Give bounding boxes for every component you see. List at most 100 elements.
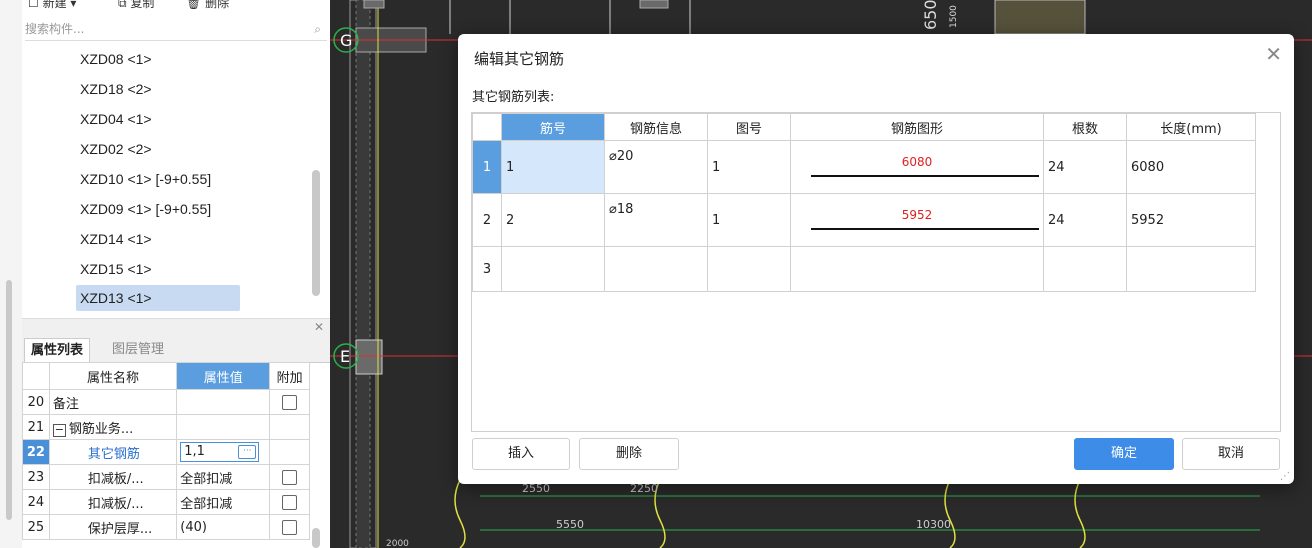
prop-value[interactable] [176,414,271,440]
length-cell[interactable] [1126,246,1256,292]
new-button[interactable]: ☐ 新建 ▾ [28,0,76,11]
collapse-icon[interactable]: − [52,423,66,437]
shape-length-label: 6080 [901,155,933,169]
rebar-info-cell[interactable] [604,246,708,292]
table-row-selected[interactable]: 1 1 ⌀20 1 6080 24 6080 [472,140,1256,194]
table-row-selected[interactable]: 22 其它钢筋 1,1 ··· [22,439,310,465]
table-row[interactable]: 25 保护层厚... (40) [22,514,310,540]
copy-button[interactable]: ⧉ 复制 [118,0,154,11]
rebar-list-label: 其它钢筋列表: [472,90,555,105]
delete-component-button[interactable]: 🗑 删除 [186,0,229,11]
component-panel: ☐ 新建 ▾ ⧉ 复制 🗑 删除 搜索构件... ⌕ XZD08 <1> XZD… [22,0,330,548]
rebar-shape-cell[interactable]: 5952 [790,193,1044,247]
jin-hao-cell[interactable]: 2 [501,193,605,247]
dialog-title: 编辑其它钢筋 [474,50,565,68]
panel-splitter[interactable]: ✕ [22,318,330,339]
tree-item[interactable]: XZD09 <1> [-9+0.55] [76,196,215,222]
close-icon[interactable]: ✕ [314,320,324,334]
jin-hao-cell[interactable] [501,246,605,292]
extra-checkbox[interactable] [282,494,298,510]
row-number: 20 [22,389,50,415]
delete-button[interactable]: 删除 [579,438,679,470]
rebar-info-cell[interactable]: ⌀18 [604,193,708,247]
search-icon[interactable]: ⌕ [314,18,321,40]
cancel-button[interactable]: 取消 [1182,438,1280,470]
header-jin-hao[interactable]: 筋号 [501,113,605,141]
tree-item[interactable]: XZD08 <1> [76,46,156,72]
figure-no-cell[interactable] [707,246,791,292]
table-row[interactable]: 24 扣减板/... 全部扣减 [22,489,310,515]
extra-checkbox[interactable] [282,394,298,410]
insert-button[interactable]: 插入 [472,438,570,470]
table-row[interactable]: 20 备注 [22,389,310,415]
row-number: 23 [22,464,50,490]
delete-label: 删除 [205,0,230,10]
rebar-info-cell[interactable]: ⌀20 [604,140,708,194]
prop-value[interactable]: 全部扣减 [176,464,271,490]
header-figure-no[interactable]: 图号 [707,113,791,141]
figure-no-cell[interactable]: 1 [707,140,791,194]
table-row[interactable]: 3 [472,246,1256,292]
figure-no-cell[interactable]: 1 [707,193,791,247]
extra-checkbox[interactable] [282,469,298,485]
axis-label-e: E [340,347,350,366]
tree-item[interactable]: XZD14 <1> [76,226,156,252]
header-extra: 附加 [269,362,310,390]
tree-scrollbar[interactable] [312,170,320,296]
shape-length-label: 5952 [901,208,933,222]
tree-item[interactable]: XZD04 <1> [76,106,156,132]
tree-item[interactable]: XZD18 <2> [76,76,156,102]
rebar-shape-cell[interactable] [790,246,1044,292]
prop-value[interactable]: (40) [176,514,271,540]
prop-name: 扣减板/... [48,489,178,515]
prop-value[interactable] [176,389,271,415]
table-row[interactable]: 23 扣减板/... 全部扣减 [22,464,310,490]
header-num [22,362,50,390]
close-icon[interactable]: ✕ [1265,44,1282,64]
rebar-table: 筋号 钢筋信息 图号 钢筋图形 根数 长度(mm) 1 1 ⌀20 1 6080… [472,113,1256,292]
header-rebar-info[interactable]: 钢筋信息 [604,113,708,141]
extra-checkbox[interactable] [282,519,298,535]
length-cell[interactable]: 5952 [1126,193,1256,247]
dim-label: 10300 [916,518,951,531]
prop-value-input[interactable]: 1,1 ··· [180,442,260,462]
table-row[interactable]: 2 2 ⌀18 1 5952 24 5952 [472,193,1256,247]
property-scrollbar[interactable] [312,528,320,548]
tree-item[interactable]: XZD10 <1> [-9+0.55] [76,166,215,192]
search-placeholder: 搜索构件... [25,22,85,36]
tab-layer-management[interactable]: 图层管理 [106,338,170,362]
prop-value[interactable]: 全部扣减 [176,489,271,515]
left-scrollbar[interactable] [6,280,12,520]
dim-label: 1500 [949,5,959,28]
ellipsis-button[interactable]: ··· [238,445,257,459]
extra-cell [269,439,310,465]
header-length[interactable]: 长度(mm) [1126,113,1256,141]
resize-grip-icon[interactable]: ⋰ [1280,471,1290,482]
tree-item-selected[interactable]: XZD13 <1> [76,285,240,311]
rebar-shape-cell[interactable]: 6080 [790,140,1044,194]
tree-item[interactable]: XZD02 <2> [76,136,156,162]
extra-cell [269,489,310,515]
length-cell[interactable]: 6080 [1126,140,1256,194]
tab-property-list[interactable]: 属性列表 [24,338,91,363]
prop-value-cell[interactable]: 1,1 ··· [176,439,271,465]
jin-hao-cell[interactable]: 1 [501,140,605,194]
prop-name: 扣减板/... [48,464,178,490]
count-cell[interactable]: 24 [1043,140,1127,194]
search-input[interactable]: 搜索构件... ⌕ [25,18,327,41]
prop-name: 钢筋业务... [68,421,134,437]
header-count[interactable]: 根数 [1043,113,1127,141]
count-cell[interactable]: 24 [1043,193,1127,247]
extra-cell [269,389,310,415]
header-rebar-shape[interactable]: 钢筋图形 [790,113,1044,141]
new-label: 新建 [42,0,67,10]
copy-label: 复制 [130,0,155,10]
count-cell[interactable] [1043,246,1127,292]
header-row-num [472,113,502,141]
ok-button[interactable]: 确定 [1074,438,1174,470]
table-row[interactable]: 21 − 钢筋业务... [22,414,310,440]
tree-item[interactable]: XZD15 <1> [76,256,156,282]
rebar-grid: 筋号 钢筋信息 图号 钢筋图形 根数 长度(mm) 1 1 ⌀20 1 6080… [471,112,1281,432]
prop-name: 其它钢筋 [48,439,178,465]
header-prop-value: 属性值 [176,362,271,390]
